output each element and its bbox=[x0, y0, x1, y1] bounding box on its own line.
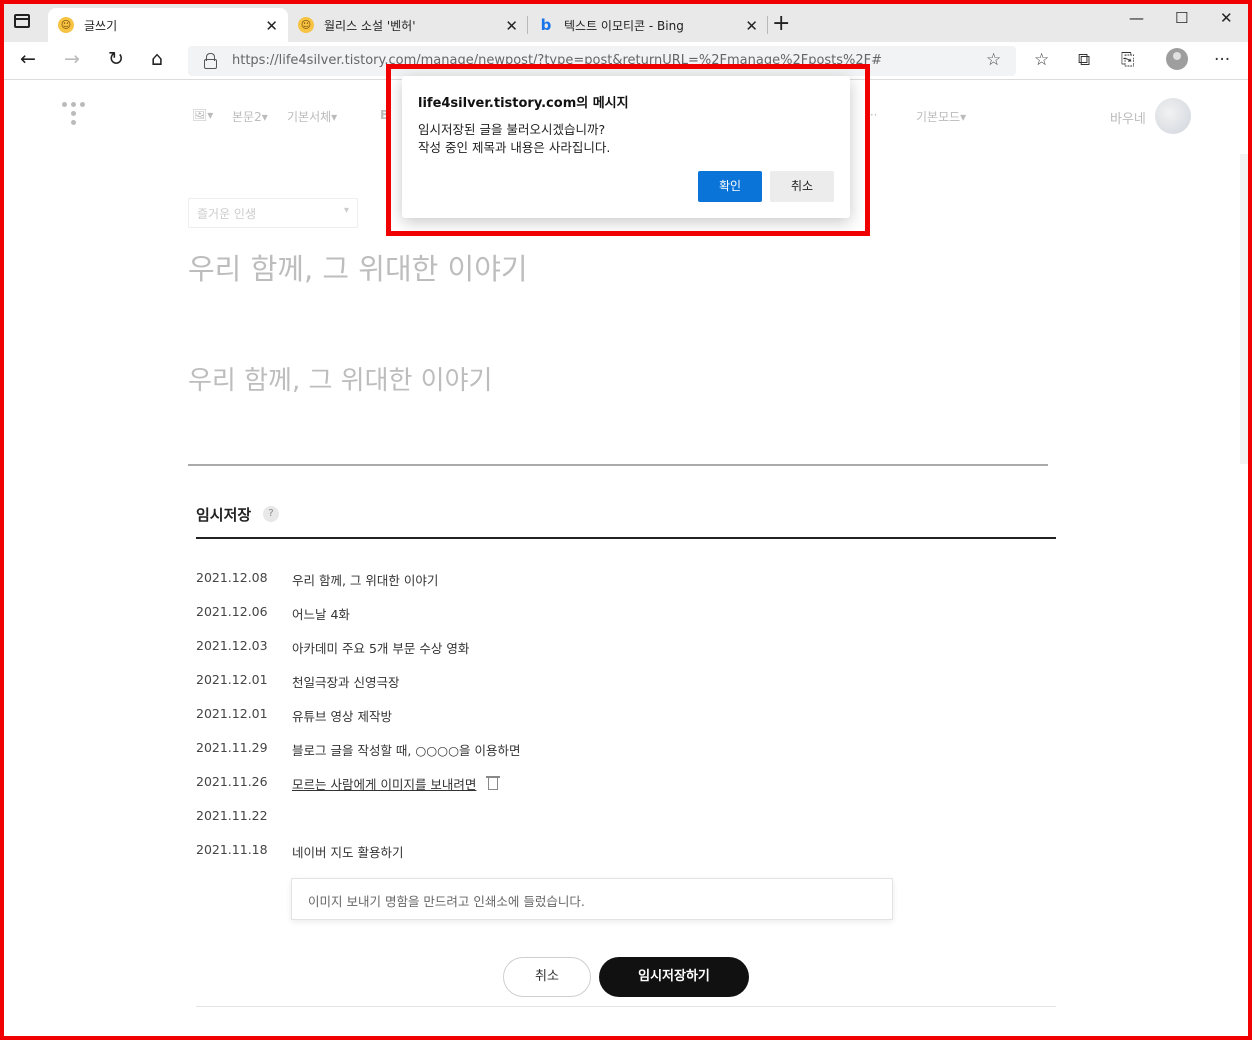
draft-title[interactable]: 천일극장과 신영극장 bbox=[292, 672, 399, 691]
lock-icon[interactable] bbox=[204, 53, 217, 69]
temp-save-panel: 임시저장 ? 2021.12.08 우리 함께, 그 위대한 이야기 2021.… bbox=[0, 466, 1252, 1040]
draft-date: 2021.12.06 bbox=[196, 604, 268, 619]
heading-style-dropdown[interactable]: 본문2▾ bbox=[232, 108, 268, 125]
draft-title[interactable]: 모르는 사람에게 이미지를 보내려면 bbox=[292, 774, 476, 793]
maximize-icon[interactable]: ☐ bbox=[1175, 9, 1188, 27]
smiley-favicon-icon: ☺ bbox=[298, 17, 314, 33]
draft-date: 2021.12.01 bbox=[196, 706, 268, 721]
tab-write[interactable]: ☺ 글쓰기 ✕ bbox=[48, 8, 288, 42]
tab-title: 월리스 소설 '벤허' bbox=[324, 18, 416, 33]
refresh-icon[interactable]: ↻ bbox=[108, 48, 124, 70]
close-tab-icon[interactable]: ✕ bbox=[745, 17, 758, 35]
tab-title: 글쓰기 bbox=[84, 18, 118, 33]
more-menu-icon[interactable]: ··· bbox=[1214, 50, 1230, 70]
category-select[interactable]: 즐거운 인생 ▾ bbox=[188, 198, 358, 228]
forward-icon[interactable]: → bbox=[64, 48, 80, 70]
draft-title[interactable]: 네이버 지도 활용하기 bbox=[292, 842, 403, 861]
smiley-favicon-icon: ☺ bbox=[58, 17, 74, 33]
cancel-button[interactable]: 취소 bbox=[503, 957, 591, 997]
close-tab-icon[interactable]: ✕ bbox=[265, 17, 278, 35]
tab-benhur[interactable]: ☺ 월리스 소설 '벤허' ✕ bbox=[288, 8, 528, 42]
user-avatar[interactable] bbox=[1155, 98, 1191, 134]
post-body-text[interactable]: 우리 함께, 그 위대한 이야기 bbox=[188, 360, 492, 397]
scrollbar[interactable] bbox=[1240, 154, 1248, 464]
draft-title[interactable]: 우리 함께, 그 위대한 이야기 bbox=[292, 570, 438, 589]
post-title-input[interactable]: 우리 함께, 그 위대한 이야기 bbox=[188, 246, 528, 288]
editor-mode-dropdown[interactable]: 기본모드▾ bbox=[916, 108, 966, 125]
draft-date: 2021.12.01 bbox=[196, 672, 268, 687]
draft-title[interactable]: 유튜브 영상 제작방 bbox=[292, 706, 392, 725]
close-window-icon[interactable]: ✕ bbox=[1220, 9, 1233, 27]
browser-tab-bar: ☺ 글쓰기 ✕ ☺ 월리스 소설 '벤허' ✕ b 텍스트 이모티콘 - Bin… bbox=[0, 0, 1252, 42]
draft-date: 2021.12.03 bbox=[196, 638, 268, 653]
temp-save-actions: 취소 임시저장하기 bbox=[0, 957, 1252, 1040]
draft-preview-tooltip: 이미지 보내기 명함을 만드려고 인쇄소에 들렀습니다. bbox=[291, 878, 893, 920]
share-icon[interactable]: ⎘ bbox=[1121, 50, 1135, 70]
temp-save-button[interactable]: 임시저장하기 bbox=[599, 957, 749, 997]
draft-title[interactable]: 어느날 4화 bbox=[292, 604, 350, 623]
draft-item-hovered[interactable]: 2021.11.26 모르는 사람에게 이미지를 보내려면 bbox=[196, 774, 516, 794]
draft-title[interactable]: 아카데미 주요 5개 부문 수상 영화 bbox=[292, 638, 469, 657]
draft-date: 2021.12.08 bbox=[196, 570, 268, 585]
minimize-icon[interactable]: — bbox=[1129, 9, 1144, 27]
draft-date: 2021.11.29 bbox=[196, 740, 268, 755]
temp-save-title: 임시저장 bbox=[196, 506, 252, 524]
tistory-logo-icon[interactable] bbox=[62, 102, 86, 128]
help-icon[interactable]: ? bbox=[263, 506, 279, 522]
home-icon[interactable]: ⌂ bbox=[151, 48, 163, 70]
tab-bing[interactable]: b 텍스트 이모티콘 - Bing ✕ bbox=[528, 8, 768, 42]
panel-divider bbox=[196, 537, 1056, 539]
collections-icon[interactable]: ⧉ bbox=[1078, 50, 1090, 70]
draft-title[interactable]: 블로그 글을 작성할 때, ○○○○을 이용하면 bbox=[292, 740, 520, 759]
back-icon[interactable]: ← bbox=[20, 48, 36, 70]
tab-actions-icon[interactable] bbox=[14, 14, 30, 28]
dialog-highlight-box bbox=[386, 64, 870, 236]
tab-title: 텍스트 이모티콘 - Bing bbox=[564, 18, 684, 33]
image-insert-icon[interactable]: 🖼▾ bbox=[192, 108, 213, 122]
user-name[interactable]: 바우네 bbox=[1110, 108, 1146, 127]
draft-date: 2021.11.22 bbox=[196, 808, 268, 823]
favorites-icon[interactable]: ☆ bbox=[1034, 50, 1049, 70]
chevron-down-icon: ▾ bbox=[343, 205, 349, 216]
profile-avatar-icon[interactable] bbox=[1166, 48, 1188, 70]
new-tab-icon[interactable]: + bbox=[772, 11, 790, 36]
draft-date: 2021.11.26 bbox=[196, 774, 268, 789]
close-tab-icon[interactable]: ✕ bbox=[505, 17, 518, 35]
bing-favicon-icon: b bbox=[540, 16, 552, 34]
draft-date: 2021.11.18 bbox=[196, 842, 268, 857]
add-favorite-icon[interactable]: ☆ bbox=[986, 50, 1001, 70]
tab-separator bbox=[767, 16, 768, 34]
category-placeholder: 즐거운 인생 bbox=[197, 207, 257, 221]
font-dropdown[interactable]: 기본서체▾ bbox=[287, 108, 337, 125]
trash-icon[interactable] bbox=[486, 774, 500, 790]
